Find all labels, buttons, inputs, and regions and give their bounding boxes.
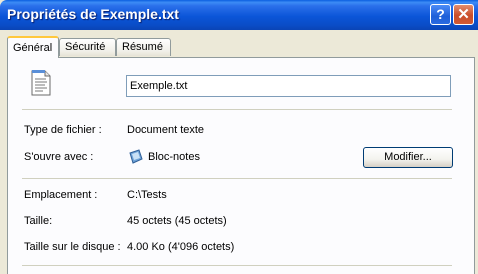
tab-summary[interactable]: Résumé <box>116 38 171 56</box>
size-label: Taille: <box>24 215 53 227</box>
size-value: 45 octets (45 octets) <box>127 215 227 227</box>
file-type-label: Type de fichier : <box>24 124 102 136</box>
help-button[interactable]: ? <box>430 4 451 25</box>
modify-button[interactable]: Modifier... <box>363 147 453 168</box>
close-button[interactable]: ✕ <box>453 4 474 25</box>
separator <box>22 109 452 110</box>
file-name-field[interactable] <box>126 75 451 97</box>
title-bar[interactable]: Propriétés de Exemple.txt ? ✕ <box>0 0 478 30</box>
location-label: Emplacement : <box>24 189 98 201</box>
properties-dialog: Propriétés de Exemple.txt ? ✕ Général Sé… <box>0 0 478 274</box>
tab-general[interactable]: Général <box>7 36 59 58</box>
file-type-value: Document texte <box>127 124 205 136</box>
general-tab-panel: Type de fichier : Document texte S'ouvre… <box>7 57 475 274</box>
size-on-disk-value: 4.00 Ko (4'096 octets) <box>127 241 235 253</box>
opens-with-label: S'ouvre avec : <box>24 151 94 163</box>
location-value: C:\Tests <box>127 189 167 201</box>
tab-security[interactable]: Sécurité <box>59 38 116 56</box>
separator <box>22 178 452 179</box>
notepad-icon <box>129 149 143 164</box>
separator <box>22 265 452 266</box>
opens-with-value: Bloc-notes <box>148 151 200 163</box>
text-document-icon <box>31 70 51 96</box>
size-on-disk-label: Taille sur le disque : <box>24 241 121 253</box>
window-title: Propriétés de Exemple.txt <box>7 6 179 22</box>
